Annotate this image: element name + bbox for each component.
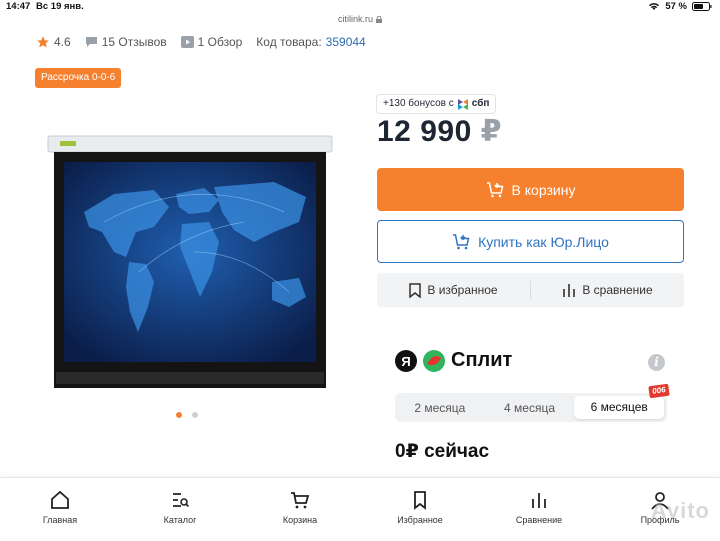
- address-bar[interactable]: citilink.ru: [0, 14, 720, 30]
- catalog-icon: [173, 493, 190, 508]
- split-brand-text: Сплит: [451, 349, 513, 371]
- yandex-logo-icon: Я: [395, 349, 417, 372]
- overviews-count: 1 Обзор: [197, 35, 243, 49]
- status-time: 14:47: [6, 1, 31, 12]
- reviews-link[interactable]: 15 Отзывов: [85, 35, 167, 49]
- nav-favorites[interactable]: Избранное: [380, 490, 460, 525]
- status-date: Вс 19 янв.: [36, 1, 84, 12]
- nav-cart[interactable]: Корзина: [260, 490, 340, 525]
- product-image[interactable]: [44, 132, 339, 394]
- rating[interactable]: 4.6: [36, 35, 71, 49]
- split-period-tabs: 2 месяца 4 месяца 6 месяцев: [395, 393, 667, 422]
- compare-label: В сравнение: [582, 283, 653, 297]
- price-currency: ₽: [480, 115, 502, 148]
- svg-text:Я: Я: [401, 354, 410, 369]
- bookmark-icon: [414, 491, 426, 510]
- wifi-icon: [649, 3, 660, 10]
- avito-watermark: Avito: [650, 498, 710, 523]
- product-code: Код товара: 359044: [256, 35, 365, 49]
- gallery-dot-1[interactable]: [176, 412, 182, 418]
- cart-plus-icon: [453, 233, 470, 249]
- compare-bars-icon: [532, 493, 546, 508]
- product-meta-row: 4.6 15 Отзывов 1 Обзор Код товара: 35904…: [36, 34, 380, 50]
- bonus-partner: сбп: [471, 98, 490, 109]
- home-icon: [51, 490, 69, 509]
- add-to-favorites-button[interactable]: В избранное: [377, 273, 530, 307]
- nav-compare-label: Сравнение: [515, 515, 563, 525]
- info-icon[interactable]: i: [648, 354, 665, 371]
- buy-legal-label: Купить как Юр.Лицо: [478, 233, 609, 250]
- gallery-dot-2[interactable]: [192, 412, 198, 418]
- sbp-logo-icon: [457, 98, 468, 110]
- split-leaf-icon: [423, 349, 445, 372]
- split-logo: Я Сплит: [395, 349, 512, 372]
- reviews-count: 15 Отзывов: [101, 35, 167, 49]
- add-to-compare-button[interactable]: В сравнение: [531, 273, 684, 307]
- nav-catalog[interactable]: Каталог: [140, 490, 220, 525]
- bottom-navigation: Главная Каталог Корзина Избранное Сравне…: [0, 477, 720, 541]
- rating-value: 4.6: [54, 35, 71, 49]
- overviews-link[interactable]: 1 Обзор: [180, 35, 243, 49]
- nav-favorites-label: Избранное: [397, 515, 443, 525]
- product-code-label: Код товара:: [256, 35, 322, 49]
- tab-2-months[interactable]: 2 месяца: [395, 401, 485, 415]
- star-icon: [37, 36, 49, 48]
- cart-icon: [291, 492, 310, 509]
- bookmark-icon: [409, 282, 422, 298]
- nav-home-label: Главная: [42, 515, 78, 525]
- projection-screen-illustration: [47, 135, 333, 388]
- price-amount: 12 990: [377, 115, 472, 148]
- favorite-compare-bar: В избранное В сравнение: [377, 273, 684, 307]
- tab-4-months[interactable]: 4 месяца: [485, 401, 575, 415]
- bonus-text: +130 бонусов с: [383, 98, 454, 109]
- buy-as-legal-entity-button[interactable]: Купить как Юр.Лицо: [377, 220, 684, 263]
- product-code-value: 359044: [325, 35, 366, 49]
- url-text: citilink.ru: [337, 14, 373, 24]
- add-to-cart-label: В корзину: [511, 181, 576, 198]
- lock-icon: [376, 15, 382, 23]
- add-to-cart-button[interactable]: В корзину: [377, 168, 684, 211]
- nav-home[interactable]: Главная: [20, 490, 100, 525]
- cart-plus-icon: [486, 181, 503, 197]
- battery-percent: 57 %: [665, 1, 687, 12]
- product-price: 12 990 ₽: [377, 114, 502, 149]
- nav-catalog-label: Каталог: [163, 515, 197, 525]
- compare-bars-icon: [563, 284, 576, 297]
- battery-icon: [692, 2, 712, 11]
- installment-badge[interactable]: Рассрочка 0-0-6: [35, 68, 122, 88]
- split-now-amount: 0₽ сейчас: [395, 441, 490, 462]
- tab-6-months[interactable]: 6 месяцев: [574, 396, 665, 419]
- gallery-dots[interactable]: [176, 412, 198, 418]
- favorites-label: В избранное: [427, 283, 498, 297]
- play-icon: [180, 36, 194, 48]
- bonus-badge: +130 бонусов с сбп: [377, 95, 496, 113]
- comment-icon: [85, 37, 97, 47]
- nav-compare[interactable]: Сравнение: [499, 490, 579, 525]
- status-right: 57 %: [648, 1, 712, 12]
- status-bar: 14:47 Вс 19 янв. 57 %: [0, 0, 720, 14]
- nav-cart-label: Корзина: [282, 515, 318, 525]
